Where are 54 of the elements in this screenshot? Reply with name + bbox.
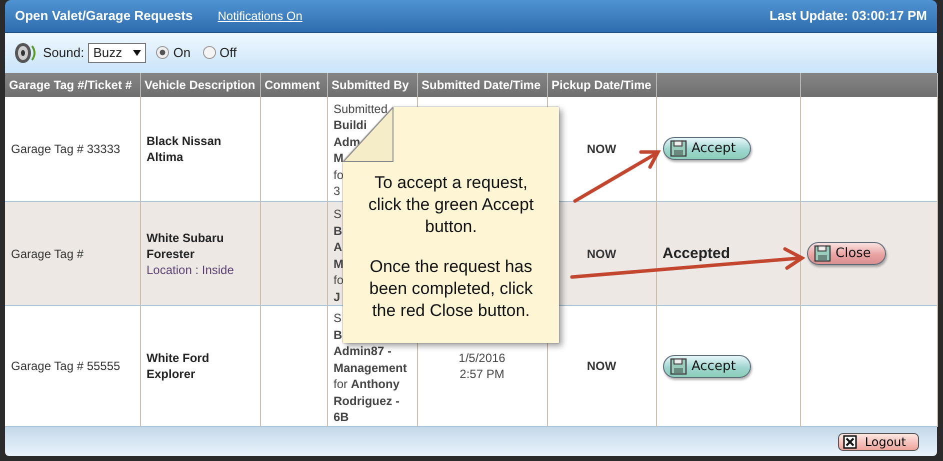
radio-button[interactable] (156, 46, 170, 60)
submitted-by-text: Admin87 - (334, 343, 392, 360)
submitted-by-text: for Anthony (334, 376, 400, 393)
submitted-by-text: 6B (334, 409, 349, 426)
vehicle-text: Forester (146, 246, 196, 262)
sound-label: Sound: (43, 45, 84, 60)
radio-label: On (173, 45, 191, 60)
submitted-by-text: S (334, 310, 342, 327)
submitted-by-text: M (334, 150, 344, 167)
submitted-by-text: M (334, 256, 344, 272)
column-header: Submitted Date/Time (417, 72, 547, 97)
notifications-link[interactable]: Notifications On (218, 8, 302, 23)
column-header: Garage Tag #/Ticket # (5, 72, 140, 97)
pickup-text: NOW (586, 359, 616, 374)
submitted-by-text: S (334, 206, 342, 223)
submitted-by-text: J (334, 288, 340, 306)
vehicle-text: Black Nissan (146, 132, 222, 149)
submitted-by-text: B (334, 326, 342, 344)
vehicle-text: Explorer (146, 366, 196, 382)
pickup-text: NOW (586, 142, 616, 156)
close-button[interactable]: Close (806, 242, 886, 266)
page-title: Open Valet/Garage Requests (15, 8, 193, 24)
column-header: Vehicle Description (140, 72, 260, 97)
submitted-by-text: 3 (334, 183, 340, 200)
sound-select[interactable]: Buzz (88, 42, 146, 63)
column-header: Submitted By (327, 72, 417, 97)
accept-button[interactable]: Accept (662, 354, 751, 378)
status-text: Accepted (662, 245, 730, 262)
callout-text: To accept a request, click the green Accept button. (367, 172, 535, 238)
submitted-by-text: fo (334, 272, 344, 289)
last-update-text: Last Update: 03:00:17 PM (770, 8, 927, 24)
vehicle-text: White Subaru (146, 230, 225, 246)
caret-icon (133, 50, 142, 56)
submitted-by-text: Rodriguez - (334, 392, 400, 410)
pickup-text: NOW (586, 246, 616, 261)
location-text: Location : Inside (146, 262, 235, 278)
close-icon (842, 434, 857, 449)
submitted-by-text: A (334, 239, 342, 256)
submitted-by-text: Submitted (334, 100, 388, 118)
vehicle-text: White Ford (146, 350, 210, 366)
submitted-date-text: 1/5/2016 (458, 350, 506, 366)
submitted-by-text: fo (334, 166, 344, 184)
column-header: Pickup Date/Time (547, 72, 656, 97)
radio-button[interactable] (202, 46, 216, 60)
vehicle-text: Altima (146, 148, 184, 165)
submitted-by-text: B (334, 222, 342, 240)
logout-button[interactable]: Logout (838, 432, 919, 451)
submitted-date-text: 2:57 PM (460, 366, 504, 383)
submitted-by-text: Adm (334, 134, 360, 150)
radio-label: Off (220, 45, 237, 60)
submitted-by-text: Management (334, 360, 407, 376)
column-header: Comment (260, 72, 327, 97)
accept-button[interactable]: Accept (662, 137, 751, 160)
submitted-by-text: Buildi (334, 117, 367, 134)
